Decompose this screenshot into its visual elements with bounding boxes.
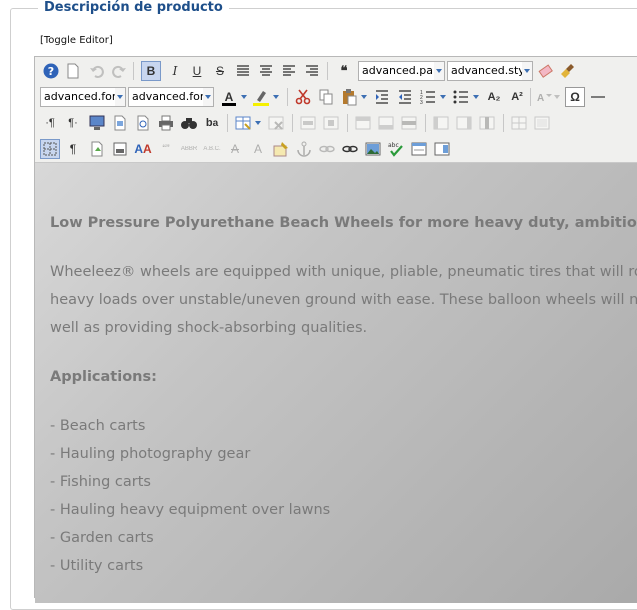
list-item: - Beach carts: [50, 418, 146, 434]
insertion-icon[interactable]: A: [248, 139, 268, 159]
cite-icon[interactable]: “”: [156, 139, 176, 159]
subscript-button[interactable]: A₂: [484, 87, 504, 107]
delete-table-icon[interactable]: [266, 113, 286, 133]
underline-button[interactable]: U: [187, 61, 207, 81]
list-item: - Utility carts: [50, 558, 144, 574]
superscript-button[interactable]: A²: [507, 87, 527, 107]
list-item: - Hauling photography gear: [50, 446, 251, 462]
insert-col-after-icon[interactable]: [454, 113, 474, 133]
content-paragraph-line: well as providing shock-absorbing qualit…: [50, 320, 368, 336]
unlink-icon[interactable]: [317, 139, 337, 159]
insert-row-after-icon[interactable]: [376, 113, 396, 133]
copy-icon[interactable]: [316, 87, 336, 107]
style-dropdown[interactable]: advanced.style: [447, 61, 533, 81]
text-color-dropdown-arrow[interactable]: [239, 87, 249, 107]
bullet-list-dropdown-arrow[interactable]: [471, 87, 481, 107]
replace-icon[interactable]: ba: [202, 113, 222, 133]
ltr-paragraph-icon[interactable]: ·¶: [40, 113, 60, 133]
merge-cells-icon[interactable]: [532, 113, 552, 133]
split-cells-icon[interactable]: [509, 113, 529, 133]
blockquote-icon[interactable]: ❝: [334, 61, 354, 81]
font-size-dropdown[interactable]: advanced.font_size: [128, 87, 214, 107]
insert-row-before-icon[interactable]: [353, 113, 373, 133]
justify-full-icon[interactable]: [233, 61, 253, 81]
align-right-icon[interactable]: [302, 61, 322, 81]
preview-monitor-icon[interactable]: [87, 113, 107, 133]
delete-col-icon[interactable]: [477, 113, 497, 133]
svg-text:A: A: [537, 93, 544, 104]
find-binoculars-icon[interactable]: [179, 113, 199, 133]
editor-content-area[interactable]: Low Pressure Polyurethane Beach Wheels f…: [35, 163, 637, 603]
content-heading: Low Pressure Polyurethane Beach Wheels f…: [50, 215, 637, 231]
paste-icon[interactable]: [339, 87, 359, 107]
highlight-color-icon[interactable]: [251, 87, 271, 107]
applications-heading: Applications:: [50, 369, 157, 385]
anchor-icon[interactable]: [294, 139, 314, 159]
fullscreen-icon[interactable]: [409, 139, 429, 159]
align-center-icon[interactable]: [256, 61, 276, 81]
styles-aa-icon[interactable]: AA: [133, 139, 153, 159]
abbr-button[interactable]: ABBR: [179, 139, 199, 159]
font-family-dropdown[interactable]: advanced.fontdefault: [40, 87, 126, 107]
numbered-list-icon[interactable]: 123: [418, 87, 438, 107]
text-color-button[interactable]: A: [219, 87, 239, 107]
new-document-icon[interactable]: [63, 61, 83, 81]
visual-aid-icon[interactable]: [40, 139, 60, 159]
insert-date-icon[interactable]: [133, 113, 153, 133]
insert-layer-icon[interactable]: [110, 139, 130, 159]
toggle-editor-link[interactable]: [Toggle Editor]: [40, 35, 113, 46]
ltr-dir-icon[interactable]: A: [534, 87, 554, 107]
align-left-icon[interactable]: [279, 61, 299, 81]
cut-icon[interactable]: [293, 87, 313, 107]
ltr-dropdown-arrow[interactable]: [552, 87, 562, 107]
paragraph-format-dropdown[interactable]: advanced.paragraph: [358, 61, 445, 81]
list-item: - Fishing carts: [50, 474, 151, 490]
toggle-layout-icon[interactable]: [432, 139, 452, 159]
table-row-props-icon[interactable]: [298, 113, 318, 133]
content-paragraph-line: Wheeleez® wheels are equipped with uniqu…: [50, 264, 637, 280]
help-icon[interactable]: ?: [41, 61, 61, 81]
svg-text:abc: abc: [388, 142, 399, 149]
bullet-list-icon[interactable]: [451, 87, 471, 107]
italic-button[interactable]: I: [165, 61, 185, 81]
template-icon[interactable]: [110, 113, 130, 133]
paste-dropdown-arrow[interactable]: [359, 87, 369, 107]
fieldset-legend: Descripción de producto: [38, 0, 229, 15]
insert-file-icon[interactable]: [87, 139, 107, 159]
numbered-list-dropdown-arrow[interactable]: [438, 87, 448, 107]
highlight-dropdown-arrow[interactable]: [271, 87, 281, 107]
table-insert-icon[interactable]: [233, 113, 253, 133]
link-icon[interactable]: [340, 139, 360, 159]
delete-row-icon[interactable]: [399, 113, 419, 133]
show-paragraphs-icon[interactable]: ¶: [63, 139, 83, 159]
table-dropdown-arrow[interactable]: [253, 113, 263, 133]
acronym-button[interactable]: A.B.C.: [202, 139, 222, 159]
editor-toolbar: ? B I U S ❝ advanced.para advanced.style…: [35, 57, 637, 163]
deletion-icon[interactable]: A: [225, 139, 245, 159]
special-char-button[interactable]: Ω: [565, 87, 585, 107]
table-cell-props-icon[interactable]: [321, 113, 341, 133]
bold-button[interactable]: B: [141, 61, 161, 81]
cleanup-broom-icon[interactable]: [558, 61, 578, 81]
list-item: - Garden carts: [50, 530, 154, 546]
svg-text:?: ?: [48, 65, 54, 78]
rich-text-editor: ? B I U S ❝ advanced.para advanced.style…: [34, 56, 637, 603]
text-color-label: A: [224, 90, 234, 104]
horizontal-rule-icon[interactable]: [588, 87, 608, 107]
insert-image-icon[interactable]: [363, 139, 383, 159]
attributes-icon[interactable]: [271, 139, 291, 159]
print-icon[interactable]: [156, 113, 176, 133]
indent-icon[interactable]: [372, 87, 392, 107]
content-paragraph-line: heavy loads over unstable/uneven ground …: [50, 292, 637, 308]
svg-text:3: 3: [420, 100, 423, 106]
redo-icon[interactable]: [109, 61, 129, 81]
strikethrough-button[interactable]: S: [210, 61, 230, 81]
undo-icon[interactable]: [87, 61, 107, 81]
eraser-icon[interactable]: [535, 61, 555, 81]
spellcheck-icon[interactable]: abc: [386, 139, 406, 159]
outdent-icon[interactable]: [395, 87, 415, 107]
insert-col-before-icon[interactable]: [431, 113, 451, 133]
list-item: - Hauling heavy equipment over lawns: [50, 502, 331, 518]
rtl-paragraph-icon[interactable]: ¶·: [63, 113, 83, 133]
